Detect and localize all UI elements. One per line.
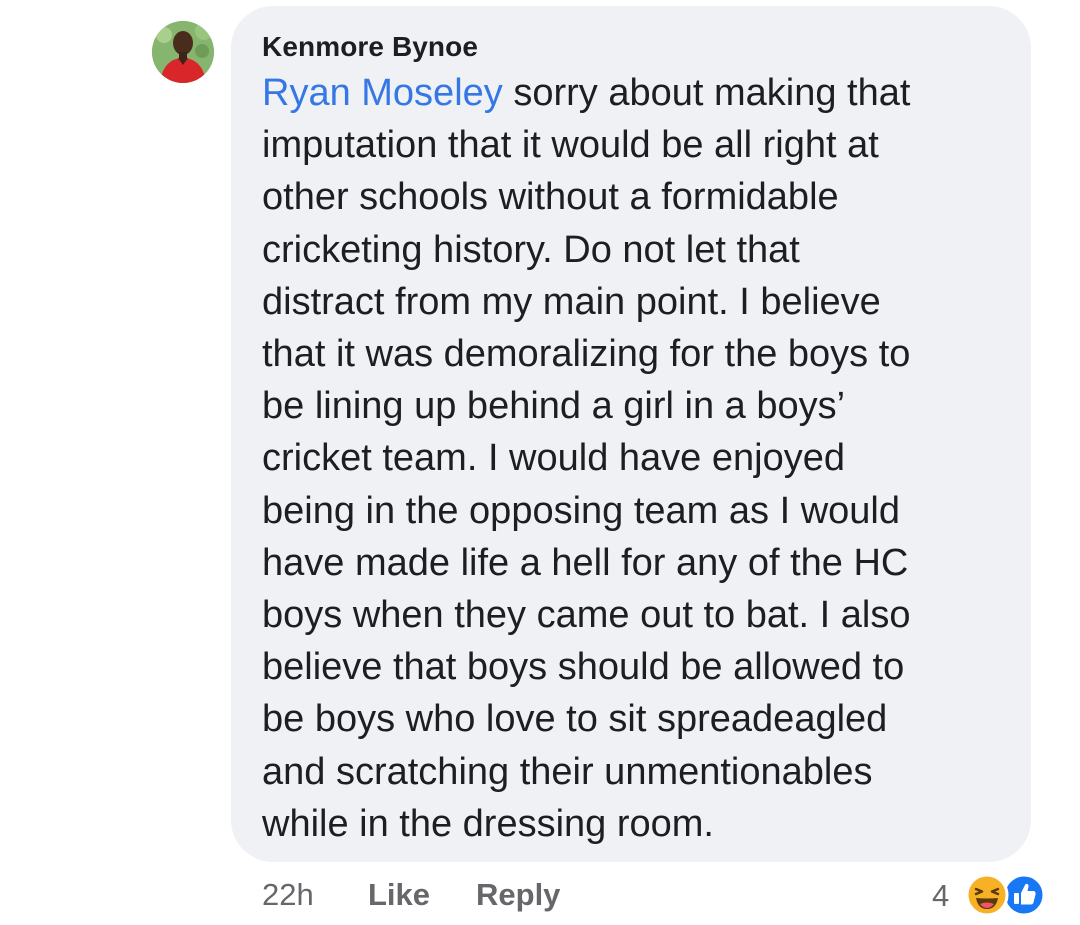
comment-actions: 22h Like Reply 4 — [0, 872, 1080, 918]
avatar[interactable] — [152, 21, 214, 83]
reaction-count: 4 — [932, 878, 950, 913]
mention-link[interactable]: Ryan Moseley — [262, 72, 503, 114]
reply-button[interactable]: Reply — [476, 877, 560, 913]
avatar-photo — [152, 21, 214, 83]
comment-text: Ryan Moseley sorry about making that imp… — [262, 67, 1001, 850]
reaction-summary[interactable]: 4 — [930, 872, 1055, 918]
comment-bubble: Kenmore Bynoe Ryan Moseley sorry about m… — [231, 6, 1031, 862]
timestamp[interactable]: 22h — [262, 877, 314, 913]
like-button[interactable]: Like — [368, 877, 430, 913]
comment-author[interactable]: Kenmore Bynoe — [262, 30, 1001, 64]
haha-reaction-icon — [965, 873, 1009, 917]
comment-body: sorry about making that imputation that … — [262, 72, 911, 845]
